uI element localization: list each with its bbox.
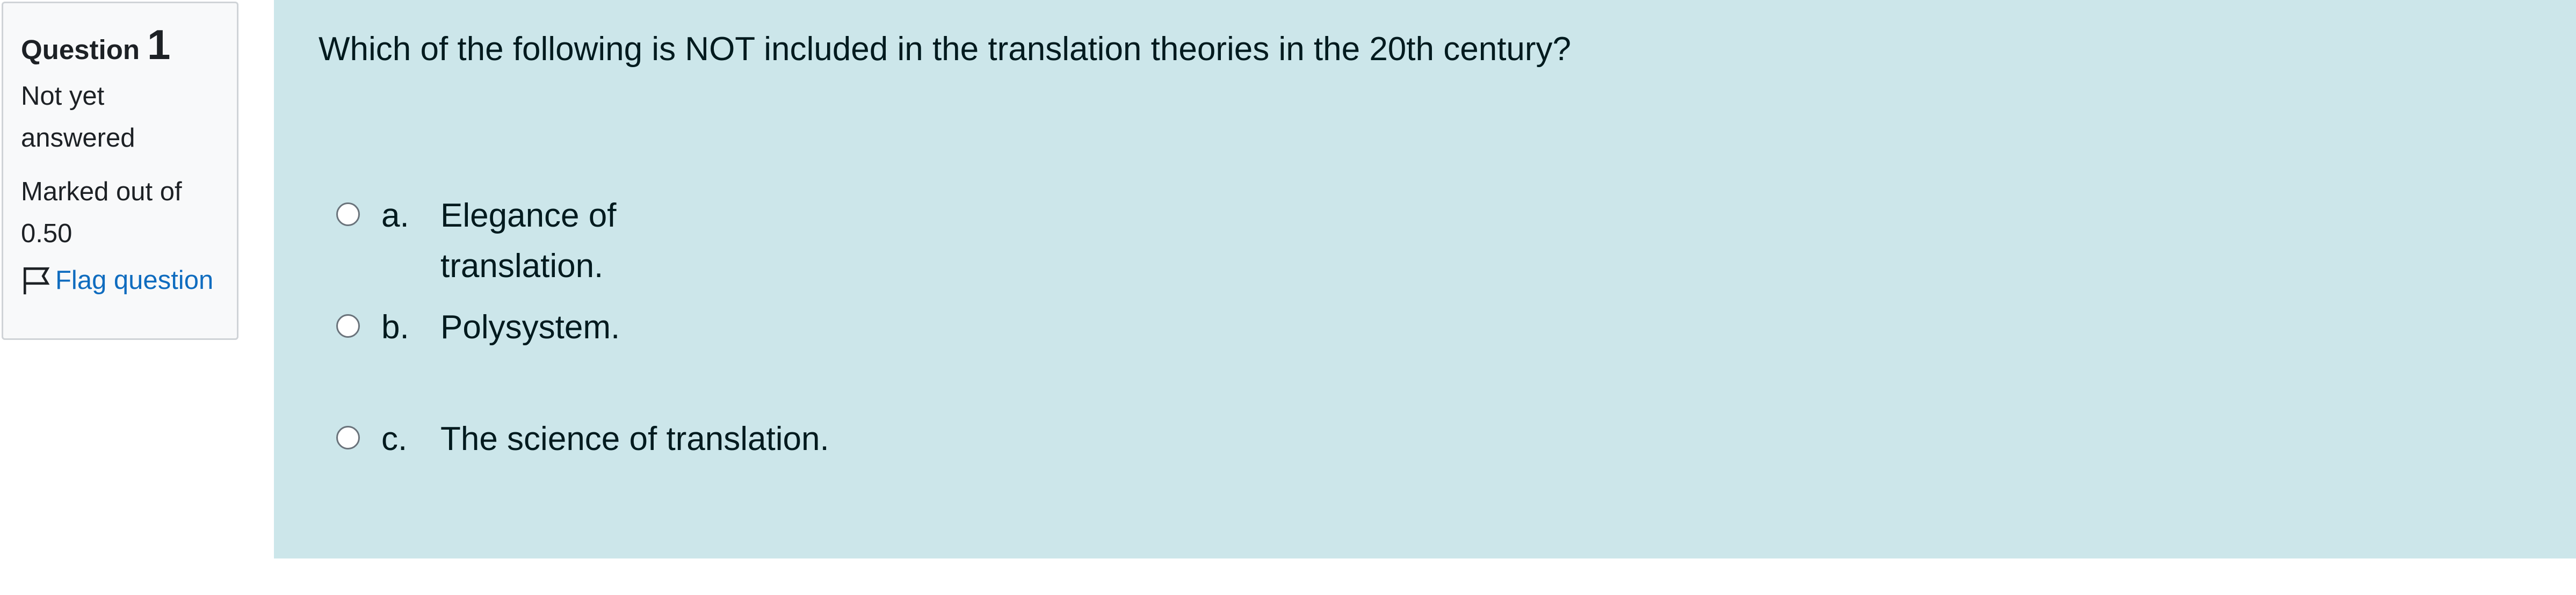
answer-option-a[interactable]: a. Elegance of translation.: [336, 191, 677, 292]
answer-radio-c[interactable]: [336, 426, 360, 449]
question-info-card: Question 1 Not yet answered Marked out o…: [2, 2, 238, 340]
flag-question-link[interactable]: Flag question: [21, 264, 221, 296]
question-number-heading: Question 1: [21, 24, 221, 66]
answer-option-b[interactable]: b. Polysystem.: [336, 302, 620, 353]
flag-icon: [23, 267, 50, 295]
answer-text: Elegance of translation.: [440, 197, 617, 285]
answer-radio-a[interactable]: [336, 202, 360, 226]
answer-option-c[interactable]: c. The science of translation.: [336, 414, 829, 465]
answer-letter: a.: [381, 197, 409, 234]
flag-question-label: Flag question: [55, 266, 214, 295]
answer-letter: c.: [381, 420, 408, 458]
question-state: Not yet answered: [21, 82, 135, 153]
answer-text: The science of translation.: [440, 420, 829, 458]
question-content: Which of the following is NOT included i…: [274, 0, 2576, 558]
question-grade: Marked out of 0.50: [21, 177, 182, 248]
answer-text: Polysystem.: [440, 309, 620, 346]
question-label: Question: [21, 34, 140, 65]
answer-letter: b.: [381, 309, 409, 346]
question-number: 1: [147, 21, 171, 68]
quiz-page: Question 1 Not yet answered Marked out o…: [0, 0, 2576, 595]
question-text: Which of the following is NOT included i…: [319, 31, 1572, 68]
answer-radio-b[interactable]: [336, 314, 360, 338]
